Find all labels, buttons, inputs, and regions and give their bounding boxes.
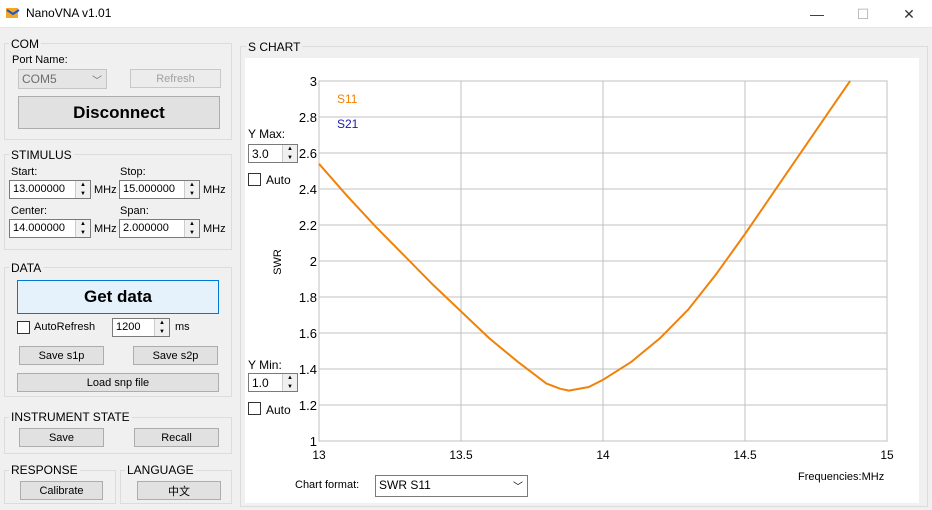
- swr-chart: 13 13.5 14 14.5 15 1 1.2 1.4 1.6 1.8 2 2.2 2.4 2.6 2.8…: [272, 74, 894, 462]
- y-tick-label: 1.2: [299, 398, 317, 413]
- y-tick-label: 1.4: [299, 362, 317, 377]
- ymin-label: Y Min:: [248, 358, 282, 372]
- x-tick-label: 14.5: [733, 448, 757, 462]
- frequencies-label: Frequencies:MHz: [798, 471, 885, 483]
- ymin-value: 1.0: [252, 376, 269, 390]
- legend-s11: S11: [337, 92, 358, 106]
- ymin-auto-label: Auto: [266, 403, 291, 417]
- chart-grid: [318, 80, 888, 442]
- x-tick-label: 15: [880, 448, 894, 462]
- y-tick-label: 2.2: [299, 218, 317, 233]
- y-tick-label: 2.4: [299, 182, 317, 197]
- ymax-auto-checkbox[interactable]: [248, 173, 261, 186]
- y-tick-label: 3: [310, 74, 317, 89]
- ymin-auto-checkbox[interactable]: [248, 402, 261, 415]
- x-tick-label: 13: [312, 448, 326, 462]
- ymax-label: Y Max:: [248, 127, 286, 141]
- y-tick-label: 2.8: [299, 110, 317, 125]
- y-axis-label: SWR: [272, 249, 284, 275]
- x-tick-label: 13.5: [449, 448, 473, 462]
- x-tick-label: 14: [596, 448, 610, 462]
- ymax-input[interactable]: 3.0 ▲ ▼: [248, 144, 298, 163]
- ymin-input[interactable]: 1.0 ▲ ▼: [248, 373, 298, 392]
- legend-s21: S21: [337, 117, 359, 131]
- ymax-value: 3.0: [252, 147, 269, 161]
- chart-format-select[interactable]: SWR S11 ﹀: [375, 475, 528, 497]
- chart-format-label: Chart format:: [295, 479, 360, 491]
- ymax-spinner[interactable]: ▲ ▼: [282, 145, 297, 162]
- y-tick-label: 1.8: [299, 290, 317, 305]
- y-tick-label: 2: [310, 254, 317, 269]
- y-tick-label: 2.6: [299, 146, 317, 161]
- y-tick-label: 1.6: [299, 326, 317, 341]
- ymax-auto-label: Auto: [266, 173, 291, 187]
- y-tick-label: 1: [310, 434, 317, 449]
- ymin-spinner[interactable]: ▲ ▼: [282, 374, 297, 391]
- chart-format-value: SWR S11: [379, 478, 431, 492]
- chevron-down-icon: ﹀: [513, 482, 523, 493]
